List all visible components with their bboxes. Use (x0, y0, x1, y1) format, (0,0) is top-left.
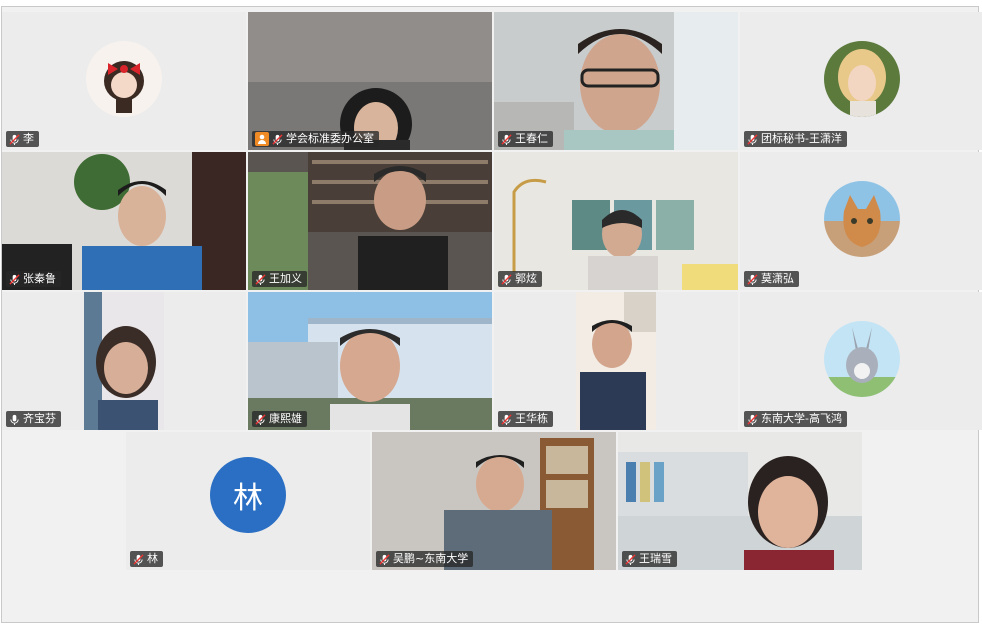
avatar: 林 (210, 457, 286, 533)
mic-muted-icon (501, 413, 512, 425)
mic-muted-icon (747, 133, 758, 145)
participant-tile[interactable]: 东南大学-高飞鸿 (740, 292, 982, 430)
video-feed (2, 152, 246, 290)
gallery-row: 张秦鲁 王加义 郭炫 莫潇弘 (2, 152, 982, 290)
name-tag: 李 (6, 131, 39, 147)
video-feed (248, 12, 492, 150)
name-tag: 王瑞雪 (622, 551, 677, 567)
participant-name: 学会标准委办公室 (286, 132, 374, 145)
video-gallery: 李 学会标准委办公室 王春仁 团标秘书-王潇洋 张秦鲁 王加义 郭炫 莫潇弘 齐… (1, 6, 982, 623)
participant-tile[interactable]: 郭炫 (494, 152, 738, 290)
mic-muted-icon (272, 133, 283, 145)
participant-tile[interactable]: 李 (2, 12, 246, 150)
participant-name: 王华栋 (515, 412, 548, 425)
mic-icon (10, 414, 19, 425)
video-feed (494, 292, 738, 430)
participant-tile[interactable]: 团标秘书-王潇洋 (740, 12, 982, 150)
avatar (824, 321, 900, 397)
video-feed (494, 152, 738, 290)
participant-tile[interactable]: 康熙雄 (248, 292, 492, 430)
video-feed (248, 292, 492, 430)
mic-muted-icon (747, 273, 758, 285)
video-feed (372, 432, 616, 570)
participant-name: 王瑞雪 (639, 552, 672, 565)
mic-muted-icon (9, 133, 20, 145)
mic-muted-icon (9, 273, 20, 285)
participant-tile[interactable]: 王华栋 (494, 292, 738, 430)
participant-name: 张秦鲁 (23, 272, 56, 285)
mic-muted-icon (747, 413, 758, 425)
mic-muted-icon (255, 413, 266, 425)
name-tag: 王春仁 (498, 131, 553, 147)
participant-tile[interactable]: 王加义 (248, 152, 492, 290)
name-tag: 莫潇弘 (744, 271, 799, 287)
participant-tile[interactable]: 齐宝芬 (2, 292, 246, 430)
mic-muted-icon (501, 133, 512, 145)
name-tag: 张秦鲁 (6, 271, 61, 287)
participant-tile[interactable]: 张秦鲁 (2, 152, 246, 290)
name-tag: 学会标准委办公室 (252, 131, 379, 147)
participant-name: 团标秘书-王潇洋 (761, 132, 842, 145)
participant-tile[interactable]: 王春仁 (494, 12, 738, 150)
video-feed (2, 292, 246, 430)
video-feed (618, 432, 862, 570)
name-tag: 团标秘书-王潇洋 (744, 131, 847, 147)
participant-tile[interactable]: 莫潇弘 (740, 152, 982, 290)
participant-name: 王春仁 (515, 132, 548, 145)
name-tag: 齐宝芬 (6, 411, 61, 427)
participant-name: 林 (147, 552, 158, 565)
participant-name: 李 (23, 132, 34, 145)
participant-name: 齐宝芬 (23, 412, 56, 425)
participant-tile[interactable]: 学会标准委办公室 (248, 12, 492, 150)
video-feed (494, 12, 738, 150)
mic-muted-icon (255, 273, 266, 285)
participant-name: 郭炫 (515, 272, 537, 285)
name-tag: 林 (130, 551, 163, 567)
name-tag: 东南大学-高飞鸿 (744, 411, 847, 427)
participant-name: 东南大学-高飞鸿 (761, 412, 842, 425)
video-feed (248, 152, 492, 290)
mic-muted-icon (379, 553, 390, 565)
participant-name: 康熙雄 (269, 412, 302, 425)
participant-name: 王加义 (269, 272, 302, 285)
participant-tile[interactable]: 王瑞雪 (618, 432, 862, 570)
avatar (86, 41, 162, 117)
gallery-row: 林 林 吴鹏~东南大学 王瑞雪 (126, 432, 864, 570)
mic-muted-icon (133, 553, 144, 565)
avatar (824, 41, 900, 117)
mic-muted-icon (501, 273, 512, 285)
participant-name: 吴鹏~东南大学 (393, 552, 469, 565)
name-tag: 郭炫 (498, 271, 542, 287)
participant-tile[interactable]: 林 林 (126, 432, 370, 570)
name-tag: 吴鹏~东南大学 (376, 551, 474, 567)
participant-tile[interactable]: 吴鹏~东南大学 (372, 432, 616, 570)
gallery-row: 齐宝芬 康熙雄 王华栋 东南大学-高飞鸿 (2, 292, 982, 430)
gallery-row: 李 学会标准委办公室 王春仁 团标秘书-王潇洋 (2, 12, 982, 150)
name-tag: 康熙雄 (252, 411, 307, 427)
name-tag: 王华栋 (498, 411, 553, 427)
participant-name: 莫潇弘 (761, 272, 794, 285)
avatar (824, 181, 900, 257)
mic-muted-icon (625, 553, 636, 565)
host-icon (255, 132, 269, 146)
name-tag: 王加义 (252, 271, 307, 287)
